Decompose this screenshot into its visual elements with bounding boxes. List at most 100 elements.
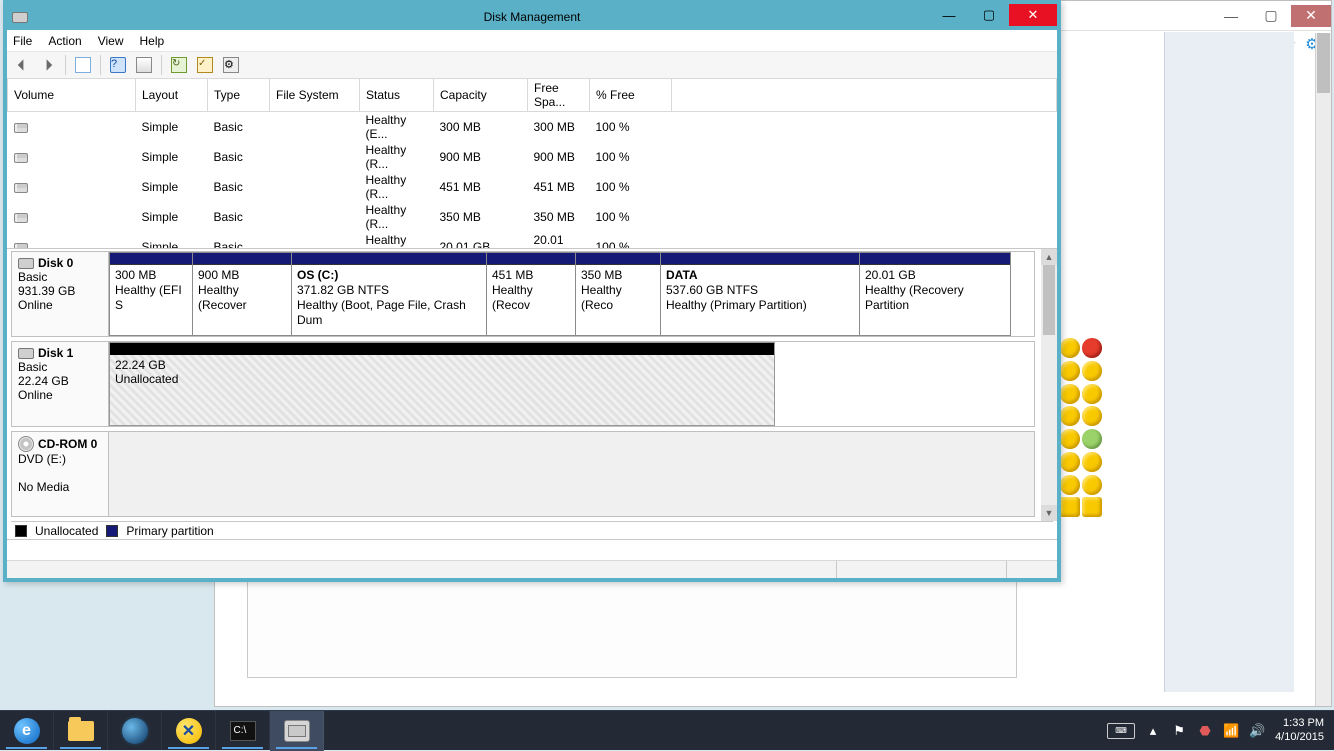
legend: Unallocated Primary partition: [11, 521, 1053, 539]
settings-button[interactable]: ⚙: [220, 54, 242, 76]
back-button[interactable]: [11, 54, 33, 76]
emoji-icon[interactable]: [1082, 338, 1102, 358]
scroll-down-button[interactable]: ▼: [1041, 505, 1057, 521]
bg-scroll-thumb[interactable]: [1317, 33, 1330, 93]
taskbar-diskmgmt[interactable]: [270, 711, 324, 751]
col-capacity[interactable]: Capacity: [434, 79, 528, 112]
refresh-button[interactable]: ↻: [168, 54, 190, 76]
rescan-button[interactable]: ✓: [194, 54, 216, 76]
tray-volume-icon[interactable]: 🔊: [1249, 723, 1265, 739]
emoji-icon[interactable]: [1060, 429, 1080, 449]
volume-row[interactable]: SimpleBasicHealthy (R...350 MB350 MB100 …: [8, 202, 1057, 232]
show-hide-console-tree-button[interactable]: [72, 54, 94, 76]
properties-button[interactable]: [133, 54, 155, 76]
minimize-button[interactable]: —: [929, 4, 969, 26]
menu-file[interactable]: File: [13, 34, 32, 48]
disk-row[interactable]: CD-ROM 0DVD (E:)No Media: [11, 431, 1035, 517]
volume-free: 350 MB: [528, 202, 590, 232]
col-volume[interactable]: Volume: [8, 79, 136, 112]
disk-header[interactable]: CD-ROM 0DVD (E:)No Media: [12, 432, 109, 516]
maximize-button[interactable]: ▢: [969, 4, 1009, 26]
partition-size: 20.01 GB: [865, 268, 1005, 283]
menu-view[interactable]: View: [98, 34, 124, 48]
volume-row[interactable]: SimpleBasicHealthy (R...451 MB451 MB100 …: [8, 172, 1057, 202]
disk-type: DVD (E:): [18, 452, 102, 466]
disk-graphic-pane[interactable]: Disk 0Basic931.39 GBOnline300 MBHealthy …: [7, 249, 1057, 540]
graphic-scrollbar[interactable]: ▲ ▼: [1041, 249, 1057, 521]
col-freespace[interactable]: Free Spa...: [528, 79, 590, 112]
volume-status: Healthy (R...: [360, 142, 434, 172]
taskbar-app-x[interactable]: ✕: [162, 711, 216, 751]
unallocated-region[interactable]: 22.24 GBUnallocated: [109, 342, 775, 426]
volume-row[interactable]: SimpleBasicHealthy (R...900 MB900 MB100 …: [8, 142, 1057, 172]
taskbar-cmd[interactable]: C:\: [216, 711, 270, 751]
partition[interactable]: 900 MBHealthy (Recover: [192, 252, 292, 336]
col-pctfree[interactable]: % Free: [590, 79, 672, 112]
col-spacer[interactable]: [672, 79, 1057, 112]
tray-time: 1:33 PM: [1275, 717, 1324, 730]
bg-minimize-button[interactable]: —: [1211, 5, 1251, 27]
keyboard-icon[interactable]: ⌨: [1107, 723, 1135, 739]
emoji-icon[interactable]: [1082, 429, 1102, 449]
partition[interactable]: 451 MBHealthy (Recov: [486, 252, 576, 336]
taskbar-app-orb[interactable]: [108, 711, 162, 751]
close-button[interactable]: ✕: [1009, 4, 1057, 26]
menu-help[interactable]: Help: [140, 34, 165, 48]
volume-table[interactable]: Volume Layout Type File System Status Ca…: [7, 79, 1057, 249]
col-filesystem[interactable]: File System: [270, 79, 360, 112]
tray-clock[interactable]: 1:33 PM 4/10/2015: [1275, 717, 1324, 743]
taskbar-explorer[interactable]: [54, 711, 108, 751]
menu-action[interactable]: Action: [48, 34, 81, 48]
volume-free: 300 MB: [528, 112, 590, 143]
emoji-icon[interactable]: [1082, 475, 1102, 495]
folder-icon: [68, 721, 94, 741]
emoji-icon[interactable]: [1060, 361, 1080, 381]
scroll-thumb[interactable]: [1043, 265, 1055, 335]
disk-row[interactable]: Disk 1Basic22.24 GBOnline22.24 GBUnalloc…: [11, 341, 1035, 427]
system-tray[interactable]: ⌨ ▴ ⚑ ⬣ 📶 🔊 1:33 PM 4/10/2015: [1097, 711, 1334, 750]
volume-icon: [14, 183, 28, 193]
partition[interactable]: OS (C:)371.82 GB NTFSHealthy (Boot, Page…: [291, 252, 487, 336]
volume-list-pane[interactable]: Volume Layout Type File System Status Ca…: [7, 79, 1057, 249]
emoji-icon[interactable]: [1082, 384, 1102, 404]
volume-row[interactable]: SimpleBasicHealthy (R...20.01 GB20.01 GB…: [8, 232, 1057, 249]
disk-header[interactable]: Disk 1Basic22.24 GBOnline: [12, 342, 109, 426]
volume-row[interactable]: SimpleBasicHealthy (E...300 MB300 MB100 …: [8, 112, 1057, 143]
bg-scrollbar[interactable]: [1315, 33, 1331, 706]
tray-action-center-icon[interactable]: ⚑: [1171, 723, 1187, 739]
scroll-up-button[interactable]: ▲: [1041, 249, 1057, 265]
partition-header: [487, 253, 575, 265]
taskbar-ie[interactable]: [0, 711, 54, 751]
partition[interactable]: 300 MBHealthy (EFI S: [109, 252, 193, 336]
tray-up-icon[interactable]: ▴: [1145, 723, 1161, 739]
forward-button[interactable]: [37, 54, 59, 76]
hdd-icon: [18, 348, 34, 359]
bg-maximize-button[interactable]: ▢: [1251, 5, 1291, 27]
emoji-icon[interactable]: [1060, 475, 1080, 495]
partition[interactable]: 350 MBHealthy (Reco: [575, 252, 661, 336]
disk-header[interactable]: Disk 0Basic931.39 GBOnline: [12, 252, 109, 336]
col-layout[interactable]: Layout: [136, 79, 208, 112]
bg-close-button[interactable]: ✕: [1291, 5, 1331, 27]
partition[interactable]: DATA537.60 GB NTFSHealthy (Primary Parti…: [660, 252, 860, 336]
disk-icon: [284, 720, 310, 742]
emoji-icon[interactable]: [1082, 497, 1102, 517]
emoji-icon[interactable]: [1082, 452, 1102, 472]
emoji-icon[interactable]: [1082, 406, 1102, 426]
emoji-icon[interactable]: [1082, 361, 1102, 381]
titlebar[interactable]: Disk Management — ▢ ✕: [7, 4, 1057, 30]
disk-id: CD-ROM 0: [38, 437, 97, 451]
col-status[interactable]: Status: [360, 79, 434, 112]
col-type[interactable]: Type: [208, 79, 270, 112]
emoji-icon[interactable]: [1060, 384, 1080, 404]
disk-row[interactable]: Disk 0Basic931.39 GBOnline300 MBHealthy …: [11, 251, 1035, 337]
partition[interactable]: 20.01 GBHealthy (Recovery Partition: [859, 252, 1011, 336]
tray-security-icon[interactable]: ⬣: [1197, 723, 1213, 739]
emoji-icon[interactable]: [1060, 406, 1080, 426]
emoji-icon[interactable]: [1060, 338, 1080, 358]
taskbar[interactable]: ✕ C:\ ⌨ ▴ ⚑ ⬣ 📶 🔊 1:33 PM 4/10/2015: [0, 710, 1334, 750]
help-button[interactable]: ?: [107, 54, 129, 76]
emoji-icon[interactable]: [1060, 452, 1080, 472]
tray-network-icon[interactable]: 📶: [1223, 723, 1239, 739]
emoji-icon[interactable]: [1060, 497, 1080, 517]
